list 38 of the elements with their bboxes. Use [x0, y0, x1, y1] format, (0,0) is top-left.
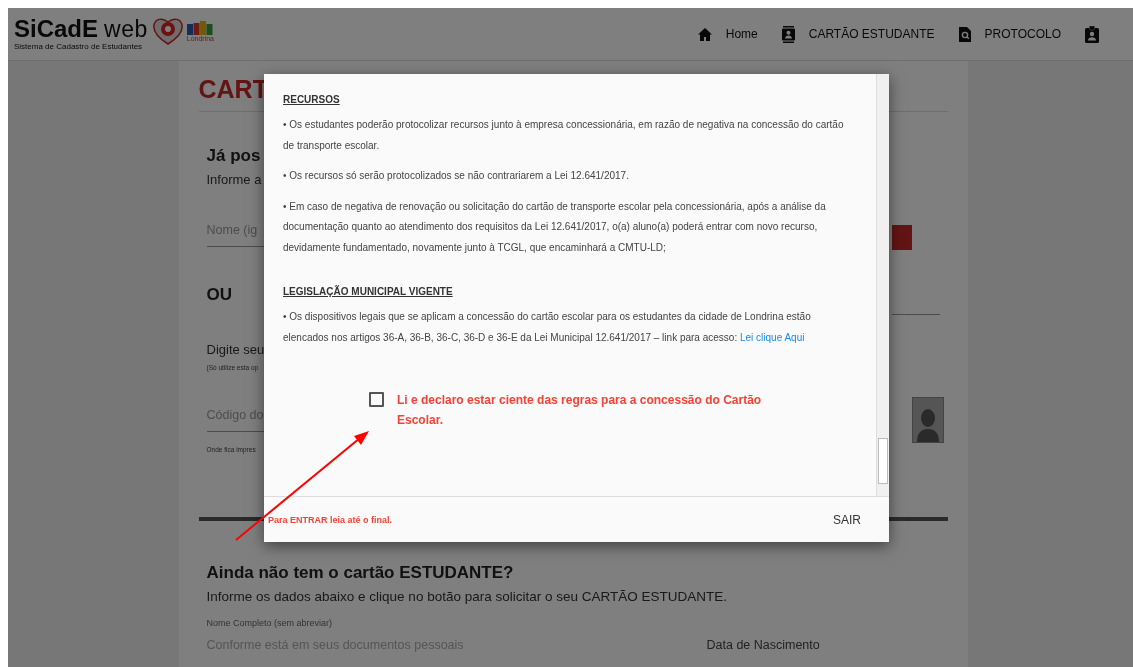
scrollbar[interactable] — [876, 74, 889, 496]
or-heading: OU — [206, 285, 232, 305]
action-button[interactable] — [891, 225, 912, 250]
checkbox[interactable] — [369, 392, 384, 407]
scrollbar-thumb[interactable] — [878, 438, 888, 484]
cmtu-logo-icon — [187, 20, 214, 35]
emblem-icon — [151, 17, 184, 45]
paragraph: • Os recursos só serão protocolizados se não contrariarem a Lei 12.641/2017. — [283, 169, 630, 183]
paragraph: • Os dispositivos legais que se aplicam a concessão do cartão escolar para os estudantes da cidade de Londrina estão elencados nos artigos 36-A, 36-B, 36-C, 36-D e 36-E da Lei Municipal 12.641/2017 – link para acesso: Lei clique Aqui — [283, 310, 812, 345]
section-hint: Informe a — [206, 172, 262, 187]
agreement-label: Li e declaro estar ciente das regras para a concessão do Cartão Escolar. — [397, 392, 762, 429]
nav-link[interactable]: PROTOCOLO — [958, 26, 1061, 42]
warning-text: Para ENTRAR leia até o final. — [268, 514, 393, 525]
field-label: Nome Completo (sem abreviar) — [206, 618, 334, 628]
nav-icon-link[interactable] — [1085, 25, 1099, 43]
page-title: CART — [198, 75, 268, 103]
nav-link[interactable]: Home — [697, 27, 758, 41]
section-heading: Já pos — [206, 146, 261, 166]
birth-date-field[interactable]: Data de Nascimento — [706, 638, 820, 661]
brand-suffix: web — [104, 17, 148, 41]
nav-link[interactable]: CARTÃO ESTUDANTE — [781, 25, 935, 43]
brand-subtitle: Sistema de Cadastro de Estudantes — [14, 42, 144, 51]
section-heading: RECURSOS — [283, 94, 341, 105]
section-heading: LEGISLAÇÃO MUNICIPAL VIGENTE — [283, 286, 454, 297]
home-icon — [697, 27, 712, 41]
code-label: Digite seu — [206, 342, 265, 357]
section-hint: Informe os dados abaixo e clique no botão para solicitar o seu CARTÃO ESTUDANTE. — [206, 589, 728, 604]
paragraph: • Os estudantes poderão protocolizar recursos junto à empresa concessionária, em razão de negativa na concessão do cartão de transporte escolar. — [283, 118, 845, 153]
exit-button[interactable]: SAIR — [833, 506, 861, 533]
document-search-icon — [958, 26, 971, 42]
badge-icon — [1085, 25, 1099, 43]
brand-name: SiCadE — [14, 17, 99, 41]
person-silhouette-icon — [916, 408, 939, 442]
paragraph: • Em caso de negativa de renovação ou solicitação do cartão de transporte escolar pela concessionária, após a análise da documentação quanto ao atendimento dos requisitos da Lei 12.641/2017, o(a) aluno(a) poderá entrar com novo recurso, devidamente fundamentado, novamente junto à TCGL, que encaminhará a CMTU-LD; — [283, 199, 827, 255]
field-underline — [891, 314, 940, 315]
contact-card-icon — [781, 25, 795, 43]
law-link[interactable]: Lei clique Aqui — [739, 331, 805, 343]
section-heading: Ainda não tem o cartão ESTUDANTE? — [206, 563, 515, 583]
